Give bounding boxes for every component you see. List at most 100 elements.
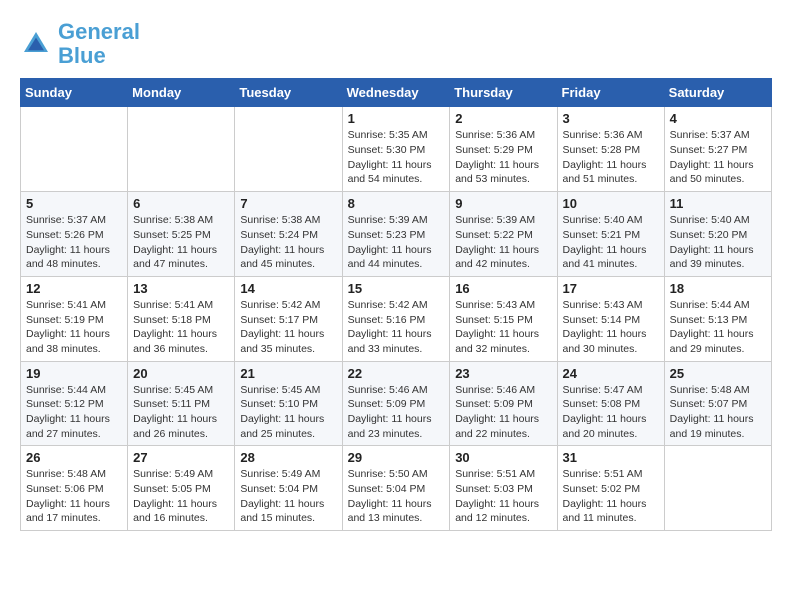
day-info: Sunrise: 5:37 AM Sunset: 5:27 PM Dayligh… [670, 128, 766, 187]
weekday-header: Sunday [21, 79, 128, 107]
day-number: 18 [670, 281, 766, 296]
day-info: Sunrise: 5:43 AM Sunset: 5:15 PM Dayligh… [455, 298, 551, 357]
calendar-cell: 22 Sunrise: 5:46 AM Sunset: 5:09 PM Dayli… [342, 361, 450, 446]
calendar-cell [128, 107, 235, 192]
calendar-cell: 13 Sunrise: 5:41 AM Sunset: 5:18 PM Dayli… [128, 276, 235, 361]
calendar-cell [664, 446, 771, 531]
calendar-cell: 11 Sunrise: 5:40 AM Sunset: 5:20 PM Dayli… [664, 192, 771, 277]
calendar-cell: 1 Sunrise: 5:35 AM Sunset: 5:30 PM Daylig… [342, 107, 450, 192]
weekday-header: Thursday [450, 79, 557, 107]
calendar-cell: 19 Sunrise: 5:44 AM Sunset: 5:12 PM Dayli… [21, 361, 128, 446]
day-number: 4 [670, 111, 766, 126]
calendar-cell: 31 Sunrise: 5:51 AM Sunset: 5:02 PM Dayli… [557, 446, 664, 531]
day-info: Sunrise: 5:44 AM Sunset: 5:13 PM Dayligh… [670, 298, 766, 357]
day-number: 7 [240, 196, 336, 211]
calendar-cell: 2Sunrise: 5:36 AM Sunset: 5:29 PM Daylig… [450, 107, 557, 192]
calendar-cell: 15 Sunrise: 5:42 AM Sunset: 5:16 PM Dayli… [342, 276, 450, 361]
calendar-week-row: 5Sunrise: 5:37 AM Sunset: 5:26 PM Daylig… [21, 192, 772, 277]
day-number: 22 [348, 366, 445, 381]
logo-text: General Blue [58, 20, 140, 68]
day-info: Sunrise: 5:35 AM Sunset: 5:30 PM Dayligh… [348, 128, 445, 187]
day-info: Sunrise: 5:46 AM Sunset: 5:09 PM Dayligh… [348, 383, 445, 442]
day-info: Sunrise: 5:45 AM Sunset: 5:10 PM Dayligh… [240, 383, 336, 442]
day-number: 6 [133, 196, 229, 211]
day-info: Sunrise: 5:41 AM Sunset: 5:19 PM Dayligh… [26, 298, 122, 357]
day-number: 13 [133, 281, 229, 296]
day-info: Sunrise: 5:43 AM Sunset: 5:14 PM Dayligh… [563, 298, 659, 357]
day-info: Sunrise: 5:42 AM Sunset: 5:16 PM Dayligh… [348, 298, 445, 357]
day-number: 25 [670, 366, 766, 381]
calendar-cell: 14 Sunrise: 5:42 AM Sunset: 5:17 PM Dayli… [235, 276, 342, 361]
calendar-cell: 29 Sunrise: 5:50 AM Sunset: 5:04 PM Dayli… [342, 446, 450, 531]
day-number: 29 [348, 450, 445, 465]
calendar-cell: 17 Sunrise: 5:43 AM Sunset: 5:14 PM Dayli… [557, 276, 664, 361]
calendar-cell: 16Sunrise: 5:43 AM Sunset: 5:15 PM Dayli… [450, 276, 557, 361]
calendar-cell: 4 Sunrise: 5:37 AM Sunset: 5:27 PM Daylig… [664, 107, 771, 192]
weekday-header: Wednesday [342, 79, 450, 107]
day-number: 27 [133, 450, 229, 465]
day-number: 14 [240, 281, 336, 296]
day-number: 5 [26, 196, 122, 211]
day-number: 11 [670, 196, 766, 211]
calendar-table: SundayMondayTuesdayWednesdayThursdayFrid… [20, 78, 772, 531]
calendar-header-row: SundayMondayTuesdayWednesdayThursdayFrid… [21, 79, 772, 107]
day-number: 9 [455, 196, 551, 211]
day-info: Sunrise: 5:42 AM Sunset: 5:17 PM Dayligh… [240, 298, 336, 357]
day-number: 21 [240, 366, 336, 381]
logo-icon [20, 28, 52, 60]
day-info: Sunrise: 5:40 AM Sunset: 5:20 PM Dayligh… [670, 213, 766, 272]
calendar-cell: 6 Sunrise: 5:38 AM Sunset: 5:25 PM Daylig… [128, 192, 235, 277]
day-info: Sunrise: 5:47 AM Sunset: 5:08 PM Dayligh… [563, 383, 659, 442]
day-number: 8 [348, 196, 445, 211]
calendar-cell: 3 Sunrise: 5:36 AM Sunset: 5:28 PM Daylig… [557, 107, 664, 192]
calendar-cell: 21 Sunrise: 5:45 AM Sunset: 5:10 PM Dayli… [235, 361, 342, 446]
calendar-cell: 23 Sunrise: 5:46 AM Sunset: 5:09 PM Dayli… [450, 361, 557, 446]
day-info: Sunrise: 5:51 AM Sunset: 5:02 PM Dayligh… [563, 467, 659, 526]
day-info: Sunrise: 5:49 AM Sunset: 5:04 PM Dayligh… [240, 467, 336, 526]
day-info: Sunrise: 5:48 AM Sunset: 5:06 PM Dayligh… [26, 467, 122, 526]
weekday-header: Monday [128, 79, 235, 107]
day-info: Sunrise: 5:51 AM Sunset: 5:03 PM Dayligh… [455, 467, 551, 526]
calendar-cell: 18 Sunrise: 5:44 AM Sunset: 5:13 PM Dayli… [664, 276, 771, 361]
calendar-cell: 20Sunrise: 5:45 AM Sunset: 5:11 PM Dayli… [128, 361, 235, 446]
day-number: 10 [563, 196, 659, 211]
day-number: 28 [240, 450, 336, 465]
weekday-header: Saturday [664, 79, 771, 107]
day-number: 2 [455, 111, 551, 126]
day-info: Sunrise: 5:46 AM Sunset: 5:09 PM Dayligh… [455, 383, 551, 442]
day-info: Sunrise: 5:36 AM Sunset: 5:28 PM Dayligh… [563, 128, 659, 187]
calendar-cell: 8 Sunrise: 5:39 AM Sunset: 5:23 PM Daylig… [342, 192, 450, 277]
day-number: 3 [563, 111, 659, 126]
day-number: 23 [455, 366, 551, 381]
weekday-header: Tuesday [235, 79, 342, 107]
day-info: Sunrise: 5:50 AM Sunset: 5:04 PM Dayligh… [348, 467, 445, 526]
calendar-cell: 30 Sunrise: 5:51 AM Sunset: 5:03 PM Dayli… [450, 446, 557, 531]
calendar-cell: 26 Sunrise: 5:48 AM Sunset: 5:06 PM Dayli… [21, 446, 128, 531]
day-number: 24 [563, 366, 659, 381]
day-number: 17 [563, 281, 659, 296]
calendar-cell: 12 Sunrise: 5:41 AM Sunset: 5:19 PM Dayli… [21, 276, 128, 361]
calendar-cell: 5Sunrise: 5:37 AM Sunset: 5:26 PM Daylig… [21, 192, 128, 277]
day-info: Sunrise: 5:38 AM Sunset: 5:25 PM Dayligh… [133, 213, 229, 272]
calendar-cell: 28 Sunrise: 5:49 AM Sunset: 5:04 PM Dayli… [235, 446, 342, 531]
day-number: 1 [348, 111, 445, 126]
day-info: Sunrise: 5:49 AM Sunset: 5:05 PM Dayligh… [133, 467, 229, 526]
day-info: Sunrise: 5:48 AM Sunset: 5:07 PM Dayligh… [670, 383, 766, 442]
day-number: 31 [563, 450, 659, 465]
page-header: General Blue [20, 20, 772, 68]
calendar-cell: 24 Sunrise: 5:47 AM Sunset: 5:08 PM Dayli… [557, 361, 664, 446]
day-number: 15 [348, 281, 445, 296]
day-number: 30 [455, 450, 551, 465]
calendar-week-row: 19 Sunrise: 5:44 AM Sunset: 5:12 PM Dayli… [21, 361, 772, 446]
day-number: 26 [26, 450, 122, 465]
calendar-cell: 7Sunrise: 5:38 AM Sunset: 5:24 PM Daylig… [235, 192, 342, 277]
calendar-week-row: 12 Sunrise: 5:41 AM Sunset: 5:19 PM Dayli… [21, 276, 772, 361]
day-info: Sunrise: 5:39 AM Sunset: 5:23 PM Dayligh… [348, 213, 445, 272]
day-info: Sunrise: 5:44 AM Sunset: 5:12 PM Dayligh… [26, 383, 122, 442]
calendar-cell: 10Sunrise: 5:40 AM Sunset: 5:21 PM Dayli… [557, 192, 664, 277]
day-number: 19 [26, 366, 122, 381]
day-number: 20 [133, 366, 229, 381]
day-number: 12 [26, 281, 122, 296]
calendar-week-row: 1 Sunrise: 5:35 AM Sunset: 5:30 PM Daylig… [21, 107, 772, 192]
day-info: Sunrise: 5:41 AM Sunset: 5:18 PM Dayligh… [133, 298, 229, 357]
